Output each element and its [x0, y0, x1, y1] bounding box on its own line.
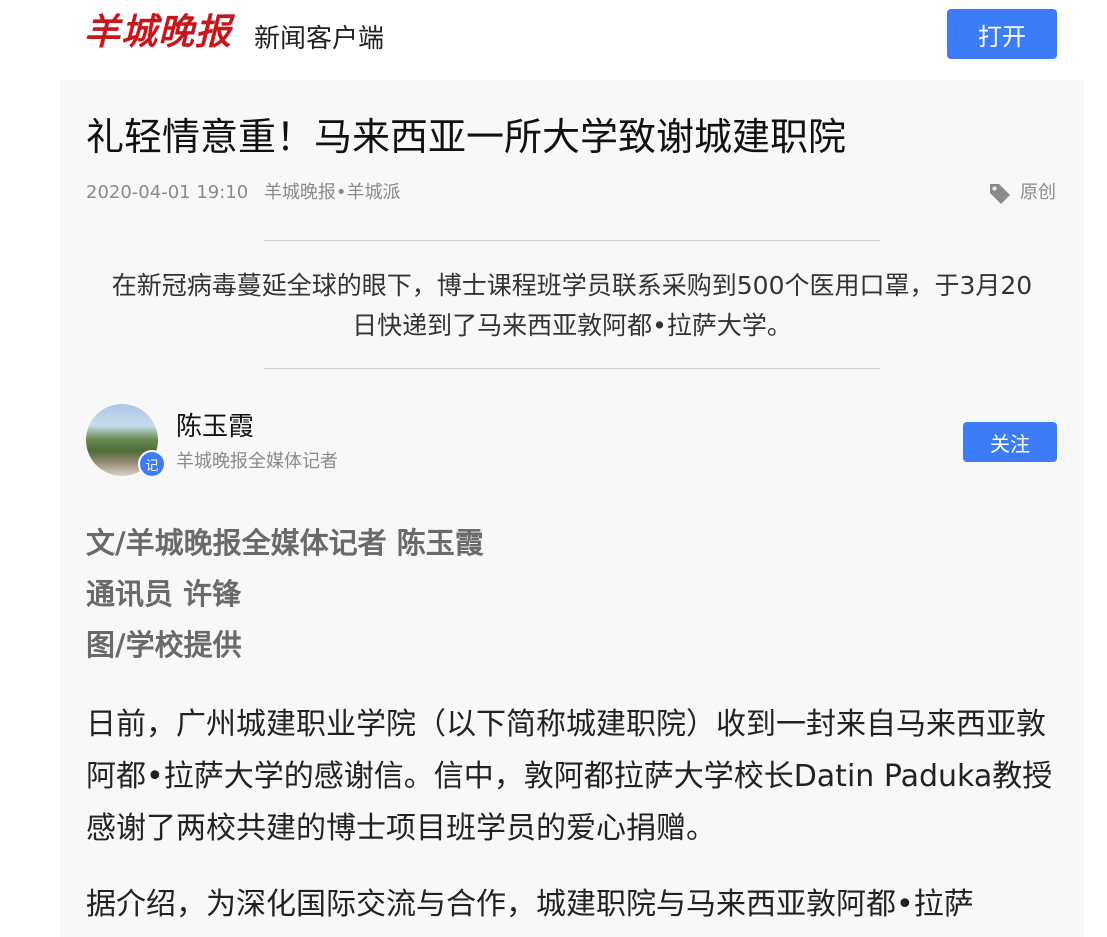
app-name: 新闻客户端	[254, 24, 385, 54]
author-role: 羊城晚报全媒体记者	[176, 451, 338, 472]
author-card: 记 陈玉霞 羊城晚报全媒体记者 关注	[86, 404, 1058, 478]
credit-line: 通讯员 许锋	[86, 577, 242, 611]
article-container: 礼轻情意重！马来西亚一所大学致谢城建职院 2020-04-01 19:10 羊城…	[60, 80, 1084, 937]
summary-divider-bottom	[264, 368, 880, 369]
article-paragraph: 据介绍，为深化国际交流与合作，城建职院与马来西亚敦阿都•拉萨	[86, 887, 974, 922]
credit-line: 图/学校提供	[86, 628, 242, 662]
summary-divider-top	[264, 240, 880, 241]
reporter-badge: 记	[138, 450, 166, 478]
article-source: 羊城晚报•羊城派	[263, 182, 401, 203]
author-name[interactable]: 陈玉霞	[176, 410, 254, 444]
follow-button[interactable]: 关注	[963, 422, 1057, 462]
logo: 羊城晚报	[84, 11, 233, 53]
article-title: 礼轻情意重！马来西亚一所大学致谢城建职院	[86, 115, 847, 159]
open-app-button[interactable]: 打开	[947, 9, 1057, 59]
original-tag: 原创	[988, 180, 1056, 206]
tag-label: 原创	[1020, 182, 1056, 203]
article-summary: 在新冠病毒蔓延全球的眼下，博士课程班学员联系采购到500个医用口罩，于3月20日…	[111, 271, 1033, 340]
article-paragraph: 日前，广州城建职业学院（以下简称城建职院）收到一封来自马来西亚敦阿都•拉萨大学的…	[86, 707, 1053, 846]
article-meta: 2020-04-01 19:10 羊城晚报•羊城派	[86, 180, 401, 206]
credit-line: 文/羊城晚报全媒体记者 陈玉霞	[86, 526, 484, 560]
article-credits: 文/羊城晚报全媒体记者 陈玉霞 通讯员 许锋 图/学校提供	[86, 518, 484, 671]
publish-date: 2020-04-01 19:10	[86, 182, 249, 203]
top-bar: 羊城晚报 新闻客户端 打开	[0, 0, 1107, 80]
tag-icon	[990, 184, 1010, 204]
